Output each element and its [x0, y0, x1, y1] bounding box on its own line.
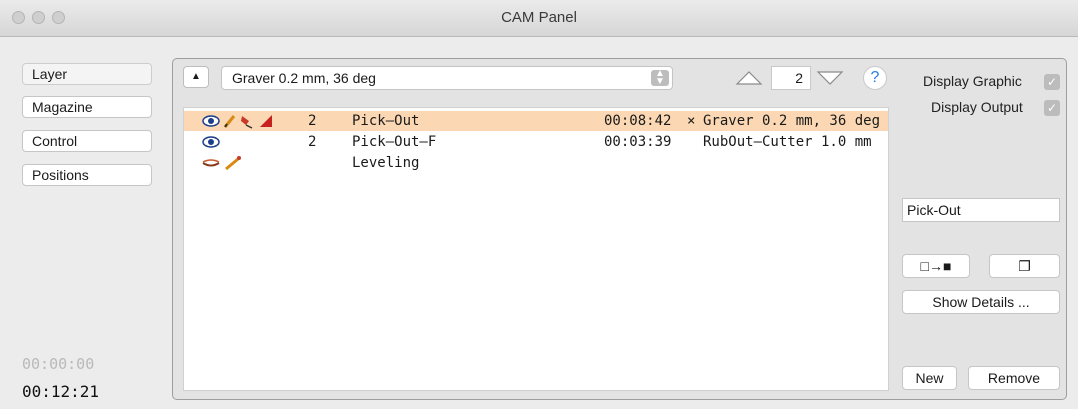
tool-select-value: Graver 0.2 mm, 36 deg [232, 70, 376, 86]
sidebar-item-control[interactable]: Control [22, 130, 152, 152]
row-time: 00:08:42 [604, 113, 672, 129]
eye-icon [202, 115, 220, 127]
row-time: 00:03:39 [604, 134, 672, 150]
duplicate-button[interactable]: ❐ [989, 254, 1060, 278]
tool-select[interactable]: Graver 0.2 mm, 36 deg ▲ ▼ [221, 66, 673, 90]
title-bar: CAM Panel [0, 0, 1078, 37]
display-output-checkbox[interactable]: ✓ [1044, 100, 1060, 116]
row-tool: RubOut–Cutter 1.0 mm [703, 134, 872, 150]
job-list[interactable]: 2 Pick–Out 00:08:42 × Graver 0.2 mm, 36 … [183, 107, 889, 391]
list-item[interactable]: Leveling [184, 153, 888, 173]
row-name: Pick–Out–F [352, 134, 437, 150]
window-title: CAM Panel [501, 9, 577, 26]
list-item[interactable]: 2 Pick–Out–F 00:03:39 RubOut–Cutter 1.0 … [184, 132, 888, 152]
row-mark: × [687, 113, 696, 129]
elapsed-time: 00:00:00 [22, 355, 95, 373]
checkmark-icon: ✓ [1046, 101, 1058, 115]
row-name: Pick–Out [352, 113, 420, 129]
pass-count-field[interactable]: 2 [771, 66, 811, 90]
checkmark-icon: ✓ [1046, 75, 1058, 89]
move-up-icon[interactable] [735, 69, 763, 87]
transfer-button[interactable]: □→■ [902, 254, 970, 278]
total-time: 00:12:21 [22, 382, 100, 401]
help-button[interactable]: ? [863, 66, 887, 90]
probe-icon [225, 156, 241, 171]
pencil-icon [223, 115, 236, 128]
cam-panel-window: CAM Panel Layer Magazine Control Positio… [0, 0, 1078, 409]
sidebar-item-layer[interactable]: Layer [22, 63, 152, 85]
copy-icon: ❐ [1018, 258, 1031, 274]
list-item[interactable]: 2 Pick–Out 00:08:42 × Graver 0.2 mm, 36 … [184, 111, 888, 131]
display-graphic-label: Display Graphic [923, 73, 1022, 89]
leveling-icons [202, 156, 241, 171]
move-down-icon[interactable] [816, 69, 844, 87]
eye-icon [202, 136, 220, 148]
display-graphic-checkbox[interactable]: ✓ [1044, 74, 1060, 90]
collapse-button[interactable]: ▲ [183, 66, 209, 88]
closed-eye-icon [202, 159, 220, 167]
angle-icon [260, 115, 272, 127]
row-name: Leveling [352, 155, 420, 171]
row-count: 2 [308, 134, 317, 150]
layer-flags-icons [202, 115, 272, 129]
layer-name-field[interactable]: Pick-Out [902, 198, 1060, 222]
show-details-button[interactable]: Show Details ... [902, 290, 1060, 314]
chevron-updown-icon: ▲ ▼ [651, 69, 669, 87]
row-count: 2 [308, 113, 317, 129]
sidebar-item-magazine[interactable]: Magazine [22, 96, 152, 118]
new-button[interactable]: New [902, 366, 957, 390]
remove-button[interactable]: Remove [968, 366, 1060, 390]
brush-icon [241, 116, 253, 129]
sidebar-item-positions[interactable]: Positions [22, 164, 152, 186]
transfer-icon: □→■ [920, 258, 952, 274]
row-tool: Graver 0.2 mm, 36 deg [703, 113, 881, 129]
triangle-up-icon: ▲ [191, 71, 201, 82]
display-output-label: Display Output [931, 99, 1023, 115]
